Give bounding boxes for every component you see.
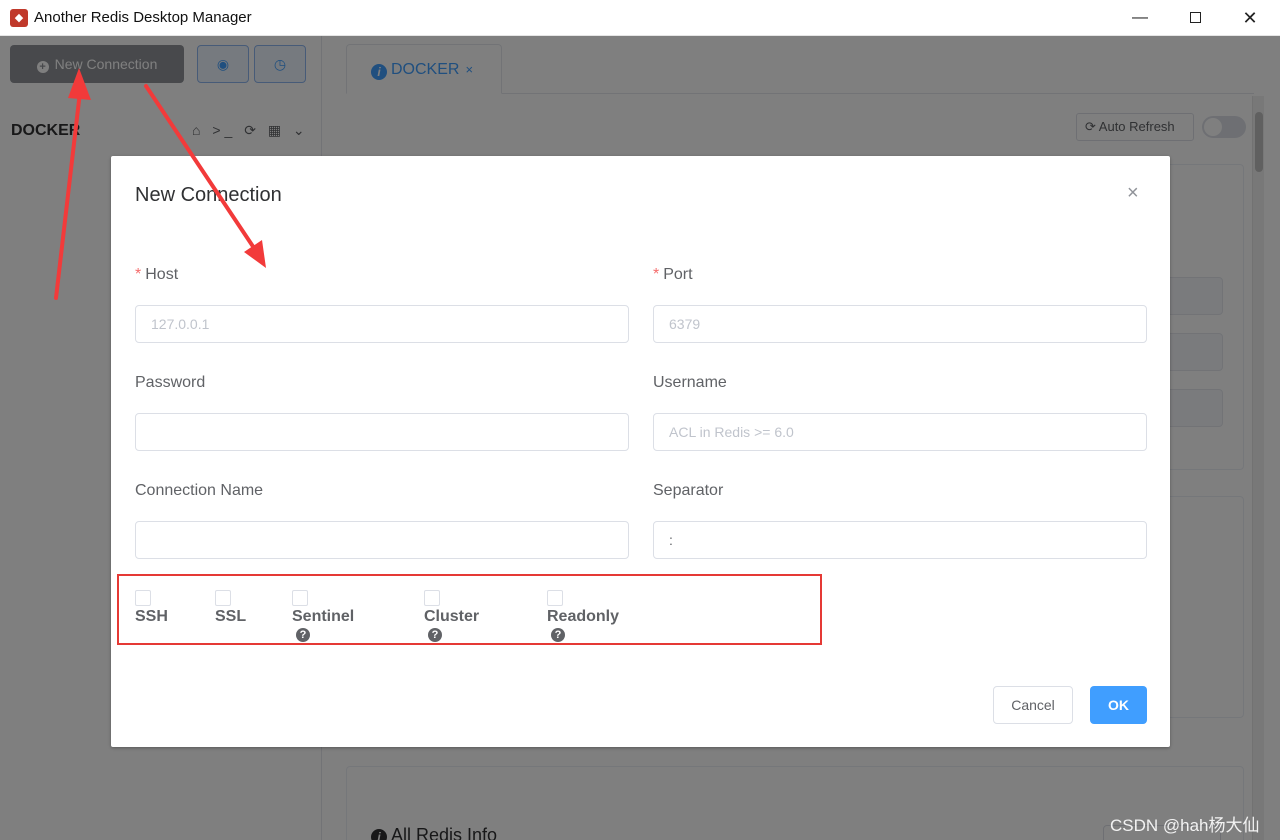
new-connection-dialog: New Connection × *Host *Port Password Us… <box>111 156 1170 747</box>
annotation-highlight-box <box>117 574 822 645</box>
window-close-button[interactable]: ✕ <box>1235 6 1265 30</box>
connection-name-label: Connection Name <box>135 482 264 499</box>
watermark: CSDN @hah杨大仙 <box>1110 816 1260 835</box>
port-label-text: Port <box>663 266 693 283</box>
separator-input[interactable] <box>653 521 1147 559</box>
window-titlebar: ◆ Another Redis Desktop Manager — ✕ <box>0 0 1280 36</box>
redis-logo-icon: ◆ <box>10 9 28 27</box>
port-input[interactable] <box>653 305 1147 343</box>
username-label: Username <box>653 374 727 391</box>
minimize-button[interactable]: — <box>1125 6 1155 30</box>
password-label: Password <box>135 374 206 391</box>
password-input[interactable] <box>135 413 629 451</box>
ok-button[interactable]: OK <box>1090 686 1147 724</box>
required-mark: * <box>653 266 660 283</box>
username-input[interactable] <box>653 413 1147 451</box>
connection-name-input[interactable] <box>135 521 629 559</box>
port-label: * Port <box>653 266 693 284</box>
window-title: Another Redis Desktop Manager <box>34 9 252 26</box>
host-input[interactable] <box>135 305 629 343</box>
maximize-icon <box>1189 12 1201 24</box>
dialog-title: New Connection <box>135 184 282 206</box>
maximize-button[interactable] <box>1180 6 1210 30</box>
required-mark: * <box>135 266 142 283</box>
host-label: * Host <box>135 266 178 284</box>
host-label-text: Host <box>145 266 179 283</box>
cancel-button[interactable]: Cancel <box>993 686 1073 724</box>
separator-label: Separator <box>653 482 724 499</box>
dialog-close-icon[interactable]: × <box>1127 182 1139 205</box>
